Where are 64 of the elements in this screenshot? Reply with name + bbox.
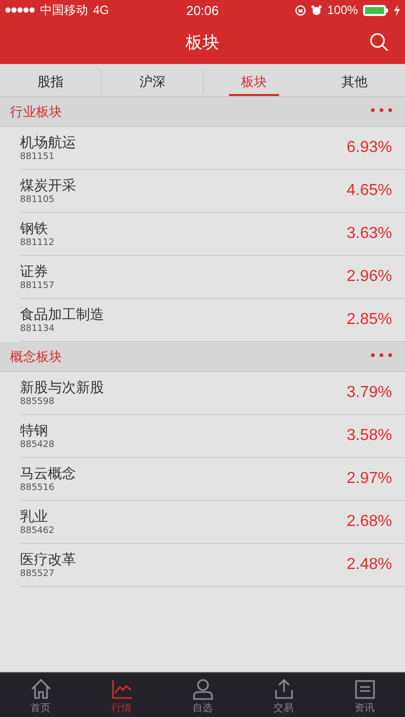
change-percent: 6.93% [346, 139, 392, 157]
list-row[interactable]: 医疗改革 885527 2.48% [20, 544, 405, 587]
sector-code: 885598 [20, 396, 56, 408]
line-chart-icon [110, 678, 132, 700]
sector-name: 马云概念 [20, 464, 76, 482]
sector-code: 881134 [20, 324, 56, 334]
sector-code: 881157 [20, 280, 54, 292]
tab[interactable]: 其他 [304, 70, 405, 96]
list-row[interactable]: 煤炭开采 881105 4.65% [20, 170, 405, 213]
change-percent: 3.79% [346, 384, 392, 402]
list-row[interactable]: 新股与次新股 885598 3.79% [20, 372, 405, 415]
change-percent: 2.96% [346, 268, 392, 286]
change-percent: 3.63% [346, 225, 392, 243]
nav-tab[interactable]: 交易 [243, 673, 324, 717]
lock-rotation-icon [295, 4, 306, 16]
battery-icon [362, 4, 389, 16]
person-icon [192, 678, 214, 700]
battery-percent: 100% [327, 3, 358, 17]
sector-name: 钢铁 [20, 220, 49, 238]
sector-name: 机场航运 [20, 134, 76, 152]
nav-tab[interactable]: 首页 [0, 673, 81, 717]
sector-code: 881151 [20, 152, 56, 162]
sector-code: 885462 [20, 526, 54, 536]
change-percent: 2.97% [346, 470, 392, 488]
section-title: 概念板块 [10, 348, 62, 366]
carrier-name: 中国移动 [40, 2, 88, 18]
bolt-icon [394, 4, 400, 16]
list-row[interactable]: 机场航运 881151 6.93% [20, 127, 405, 170]
list-row[interactable]: 乳业 885462 2.68% [20, 501, 405, 544]
sector-name: 医疗改革 [20, 550, 76, 568]
sector-name: 证券 [20, 262, 49, 280]
nav-tab[interactable]: 资讯 [324, 673, 405, 717]
network-type: 4G [93, 3, 110, 17]
page-title: 板块 [186, 32, 220, 54]
sector-code: 885527 [20, 568, 56, 580]
change-percent: 4.65% [346, 182, 392, 200]
list-row[interactable]: 马云概念 885516 2.97% [20, 458, 405, 501]
section-title: 行业板块 [10, 104, 62, 120]
change-percent: 2.85% [346, 311, 392, 329]
sector-code: 885428 [20, 440, 54, 450]
tab[interactable]: 沪深 [102, 70, 204, 96]
change-percent: 2.68% [346, 513, 392, 531]
tab[interactable]: 股指 [0, 70, 102, 96]
search-icon [369, 32, 389, 52]
sector-code: 885516 [20, 482, 56, 494]
sector-name: 特钢 [20, 422, 49, 440]
signal-icon [5, 7, 35, 13]
upload-icon [272, 678, 294, 700]
sector-name: 食品加工制造 [20, 306, 104, 324]
status-time: 20:06 [186, 2, 219, 18]
change-percent: 2.48% [346, 556, 392, 574]
change-percent: 3.58% [346, 427, 392, 445]
sector-name: 乳业 [20, 508, 49, 526]
document-icon [354, 678, 376, 700]
nav-tab[interactable]: 自选 [162, 673, 243, 717]
list-row[interactable]: 钢铁 881112 3.63% [20, 213, 405, 256]
home-icon [30, 678, 52, 700]
sector-name: 煤炭开采 [20, 176, 76, 194]
list-row[interactable]: 证券 881157 2.96% [20, 256, 405, 299]
search-button[interactable] [367, 30, 391, 54]
sector-code: 881105 [20, 194, 56, 206]
list-row[interactable]: 特钢 885428 3.58% [20, 415, 405, 458]
sector-name: 新股与次新股 [20, 378, 104, 396]
sector-code: 881112 [20, 238, 54, 248]
